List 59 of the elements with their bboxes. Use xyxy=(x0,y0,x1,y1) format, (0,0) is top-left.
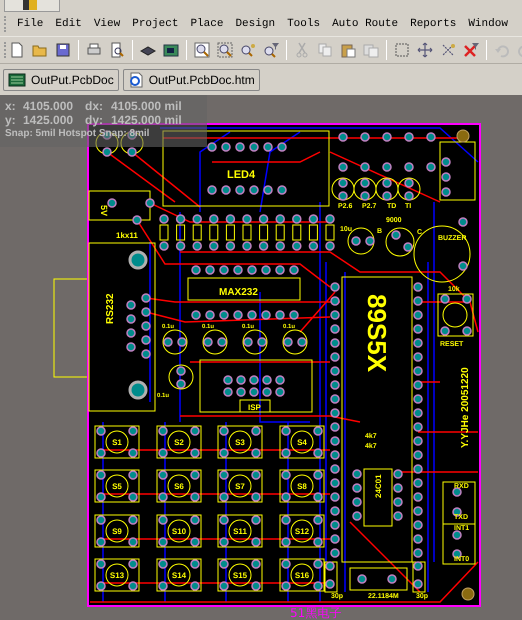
silkscreen-label: LED4 xyxy=(227,169,256,181)
silkscreen-label: Y.YJHe 20051220 xyxy=(460,367,471,448)
switch-label: S16 xyxy=(294,571,310,580)
paste-icon[interactable] xyxy=(340,42,356,58)
silkscreen-label: 1kx11 xyxy=(116,231,138,240)
menu-item[interactable]: Place xyxy=(190,18,224,30)
menu-item[interactable]: File xyxy=(17,18,44,30)
menu-item[interactable]: Project xyxy=(132,18,178,30)
menu-item[interactable]: Edit xyxy=(55,18,82,30)
menu-item[interactable]: Window xyxy=(468,18,508,30)
switch-label: S1 xyxy=(112,438,122,447)
new-file-icon[interactable] xyxy=(9,42,25,58)
zoom-area-icon[interactable] xyxy=(217,42,233,58)
print-preview-icon[interactable] xyxy=(109,42,125,58)
switch-label: S7 xyxy=(235,482,245,491)
clear-filter-icon[interactable] xyxy=(463,42,479,58)
move-icon[interactable] xyxy=(417,42,433,58)
menu-item[interactable]: Auto Route xyxy=(332,18,398,30)
document-tab[interactable]: OutPut.PcbDoc.htm xyxy=(122,68,260,90)
board-icon xyxy=(8,72,26,86)
switch-label: S8 xyxy=(297,482,307,491)
coordinate-label: dx: xyxy=(85,99,104,113)
web-page-icon xyxy=(128,72,144,88)
switch-label: S14 xyxy=(172,571,186,580)
switch-label: S13 xyxy=(110,571,124,580)
coordinate-value: 4105.000 xyxy=(23,99,74,113)
switch-label: S3 xyxy=(235,438,245,447)
document-tab[interactable]: OutPut.PcbDoc xyxy=(3,68,119,90)
logo-icon xyxy=(23,0,37,10)
select-cross-icon[interactable] xyxy=(440,42,456,58)
switch-label: S10 xyxy=(172,527,186,536)
switch-label: S12 xyxy=(294,527,310,536)
board-caption: 51黑电子 xyxy=(290,606,342,620)
switch-label: S4 xyxy=(297,438,307,447)
board-icon[interactable] xyxy=(163,42,179,58)
coordinate-label: x: xyxy=(5,99,17,113)
menu-item[interactable]: Design xyxy=(235,18,276,30)
zoom-selection-icon[interactable] xyxy=(240,42,256,58)
menu-item[interactable]: Reports xyxy=(410,18,456,30)
switch-label: S15 xyxy=(232,571,248,580)
silkscreen-label: MAX232 xyxy=(219,287,258,298)
zoom-fit-icon[interactable] xyxy=(194,42,210,58)
coordinate-label: y: xyxy=(5,113,17,127)
save-icon[interactable] xyxy=(55,42,71,58)
menu-item[interactable]: View xyxy=(94,18,120,30)
switch-label: S2 xyxy=(174,438,184,447)
switch-label: S6 xyxy=(174,482,184,491)
silkscreen-label: 24C01 xyxy=(374,474,383,498)
silkscreen-label: 5V xyxy=(99,205,109,216)
select-area-icon[interactable] xyxy=(394,42,410,58)
zoom-filter-icon[interactable] xyxy=(263,42,279,58)
switch-label: S9 xyxy=(112,527,122,536)
switch-label: S11 xyxy=(233,527,247,536)
coordinate-value: 1425.000 xyxy=(23,113,74,127)
switch-label: S5 xyxy=(112,482,122,491)
silkscreen-label: 89S5X xyxy=(362,294,392,372)
coordinate-value: 4105.000 mil xyxy=(111,99,183,113)
menu-item[interactable]: Tools xyxy=(287,18,320,30)
silkscreen-label: RS232 xyxy=(105,293,116,324)
